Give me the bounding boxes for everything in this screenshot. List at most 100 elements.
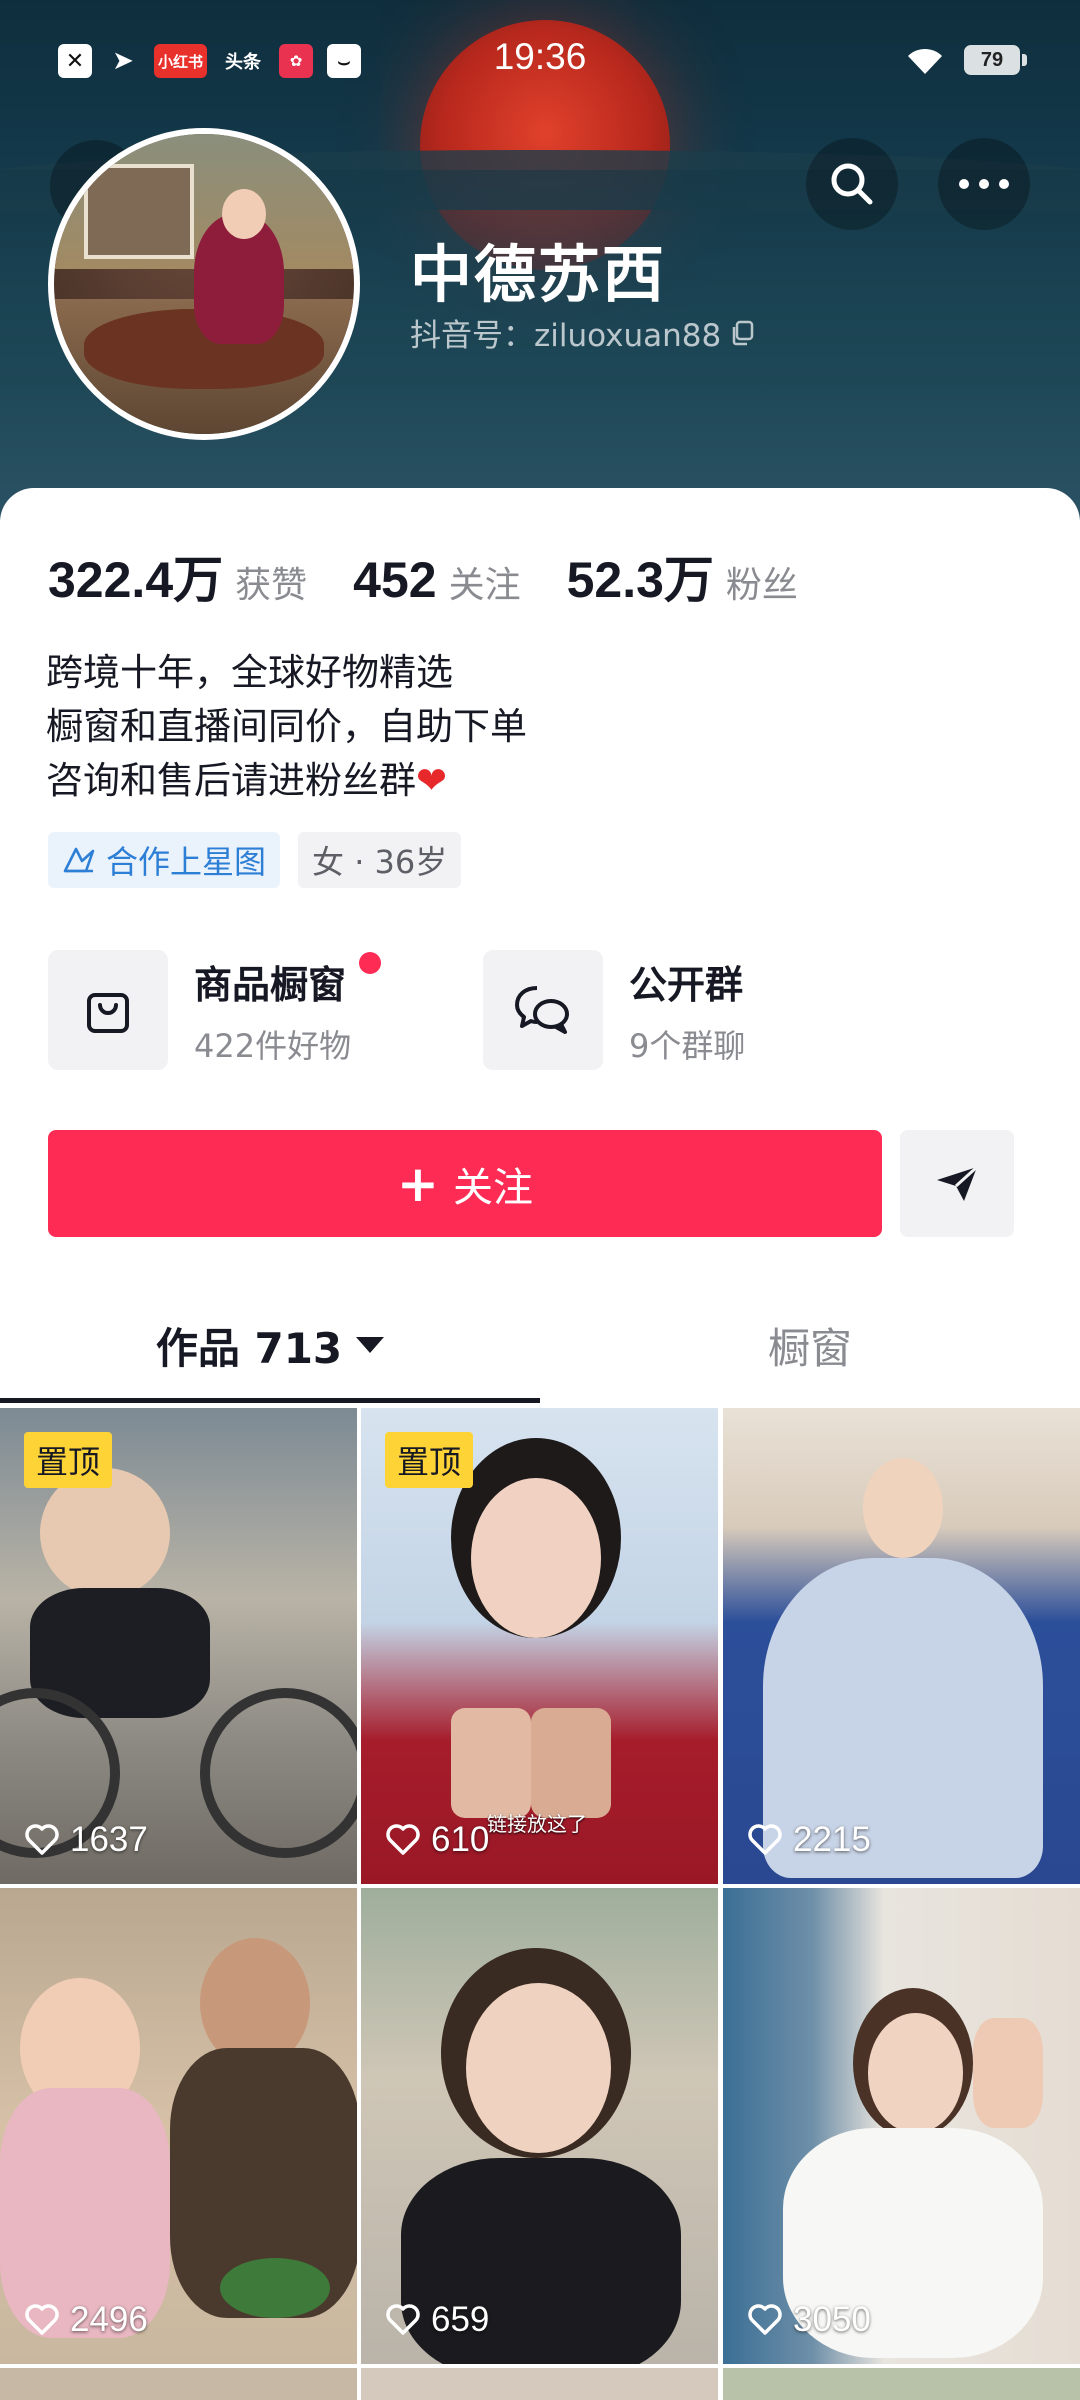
bio-line-1: 跨境十年，全球好物精选 — [46, 651, 453, 694]
heart-outline-icon — [748, 2304, 782, 2335]
stat-followers-label: 粉丝 — [725, 565, 798, 606]
notification-dot — [359, 951, 382, 974]
thumb-shape — [531, 1708, 611, 1818]
caret-down-icon[interactable] — [356, 1337, 385, 1353]
avatar[interactable] — [48, 128, 360, 440]
stat-following-value: 452 — [353, 552, 437, 608]
search-icon — [831, 163, 873, 205]
battery-level: 79 — [980, 48, 1004, 71]
pinned-badge: 置顶 — [385, 1432, 474, 1488]
wifi-icon — [908, 48, 942, 74]
gender-age-tag: 女 · 36岁 — [298, 832, 462, 888]
plus-icon: + — [397, 1154, 439, 1213]
stat-following-label: 关注 — [448, 565, 521, 606]
more-dots-icon — [959, 179, 1009, 189]
like-count: 3050 — [747, 2300, 871, 2340]
video-tile[interactable]: 2496 — [0, 1888, 357, 2364]
video-tile[interactable]: 置顶 1637 — [0, 1408, 357, 1884]
tab-showcase-label: 橱窗 — [767, 1323, 852, 1373]
search-button[interactable] — [806, 138, 898, 230]
heart-outline-icon — [386, 1824, 420, 1855]
video-tile[interactable] — [723, 2368, 1080, 2400]
avatar-girl-face — [222, 189, 266, 239]
profile-bio: 跨境十年，全球好物精选 橱窗和直播间同价，自助下单 咨询和售后请进粉丝群❤ — [46, 646, 527, 808]
shop-title: 商品橱窗 — [194, 962, 347, 1007]
shop-text: 商品橱窗 422件好物 — [194, 951, 382, 1067]
profile-name: 中德苏西 — [410, 238, 667, 311]
thumb-shape — [451, 1708, 531, 1818]
stat-following[interactable]: 452 关注 — [353, 551, 520, 609]
like-count-value: 1637 — [70, 1820, 148, 1859]
public-group-entry[interactable]: 公开群 9个群聊 — [483, 950, 745, 1070]
video-grid: 置顶 1637 置顶 链接放这了 610 2215 2496 659 3050 — [0, 1408, 1080, 2400]
stat-likes-label: 获赞 — [235, 565, 308, 606]
like-count-value: 610 — [431, 1820, 490, 1859]
tab-works[interactable]: 作品 713 — [0, 1290, 540, 1400]
heart-outline-icon — [25, 2304, 59, 2335]
status-right: 79 — [904, 44, 1027, 76]
stat-followers-value: 52.3万 — [566, 552, 714, 608]
video-tile[interactable]: 2215 — [723, 1408, 1080, 1884]
bio-line-3: 咨询和售后请进粉丝群❤ — [46, 754, 527, 808]
thumb-shape — [973, 2018, 1043, 2128]
like-count-value: 3050 — [793, 2300, 871, 2339]
shopping-bag-icon — [87, 993, 129, 1033]
group-subtitle: 9个群聊 — [629, 1026, 746, 1065]
content-tabs: 作品 713 橱窗 — [0, 1290, 1080, 1402]
tab-works-label: 作品 713 — [155, 1323, 343, 1373]
paper-plane-icon — [937, 1165, 979, 1201]
thumb-shape — [471, 1478, 601, 1638]
thumb-shape — [868, 2013, 963, 2133]
copy-icon[interactable] — [731, 320, 755, 346]
group-text: 公开群 9个群聊 — [629, 954, 745, 1067]
cooperation-tag-label: 合作上星图 — [106, 843, 267, 881]
video-tile[interactable]: 659 — [361, 1888, 718, 2364]
tab-active-indicator — [0, 1398, 540, 1403]
like-count: 659 — [385, 2300, 489, 2340]
cooperation-tag[interactable]: 合作上星图 — [48, 832, 281, 888]
thumb-shape — [200, 1688, 357, 1858]
chat-bubbles-icon — [515, 986, 569, 1034]
like-count: 1637 — [24, 1820, 148, 1860]
thumb-shape — [863, 1458, 943, 1558]
thumb-shape — [220, 2258, 330, 2318]
like-count: 2215 — [747, 1820, 871, 1860]
bio-line-2: 橱窗和直播间同价，自助下单 — [46, 705, 527, 748]
like-count: 610 — [385, 1820, 489, 1860]
battery-icon: 79 — [964, 45, 1027, 75]
shop-showcase-entry[interactable]: 商品橱窗 422件好物 — [48, 950, 382, 1070]
pinned-badge: 置顶 — [24, 1432, 113, 1488]
heart-outline-icon — [25, 1824, 59, 1855]
heart-emoji: ❤ — [416, 759, 448, 802]
stat-followers[interactable]: 52.3万 粉丝 — [567, 540, 798, 612]
video-caption: 链接放这了 — [487, 1812, 587, 1836]
group-icon-box — [483, 950, 603, 1070]
heart-outline-icon — [748, 1824, 782, 1855]
more-button[interactable] — [938, 138, 1030, 230]
shop-subtitle: 422件好物 — [194, 1026, 352, 1065]
follow-button[interactable]: + 关注 — [48, 1130, 882, 1237]
follow-button-label: 关注 — [452, 1164, 533, 1211]
tab-showcase[interactable]: 橱窗 — [540, 1290, 1080, 1400]
like-count-value: 659 — [431, 2300, 490, 2339]
star-map-icon — [63, 847, 95, 873]
stat-likes[interactable]: 322.4万 获赞 — [48, 540, 307, 612]
douyin-id-text: 抖音号：ziluoxuan88 — [410, 318, 722, 354]
shop-icon-box — [48, 950, 168, 1070]
like-count: 2496 — [24, 2300, 148, 2340]
send-message-button[interactable] — [900, 1130, 1014, 1237]
video-tile[interactable]: 置顶 链接放这了 610 — [361, 1408, 718, 1884]
heart-outline-icon — [386, 2304, 420, 2335]
douyin-id[interactable]: 抖音号：ziluoxuan88 — [410, 310, 755, 355]
profile-stats: 322.4万 获赞 452 关注 52.3万 粉丝 — [48, 540, 844, 612]
video-tile[interactable] — [0, 2368, 357, 2400]
like-count-value: 2215 — [793, 1820, 871, 1859]
group-title: 公开群 — [629, 962, 744, 1007]
video-tile[interactable]: 3050 — [723, 1888, 1080, 2364]
profile-tags: 合作上星图 女 · 36岁 — [48, 832, 462, 888]
stat-likes-value: 322.4万 — [48, 552, 224, 608]
status-bar: ✕ ➤ 小红书 头条 ✿ ⌣ 19:36 79 — [0, 0, 1080, 120]
avatar-house — [84, 164, 194, 259]
video-tile[interactable] — [361, 2368, 718, 2400]
bio-line-3-text: 咨询和售后请进粉丝群 — [46, 759, 416, 802]
